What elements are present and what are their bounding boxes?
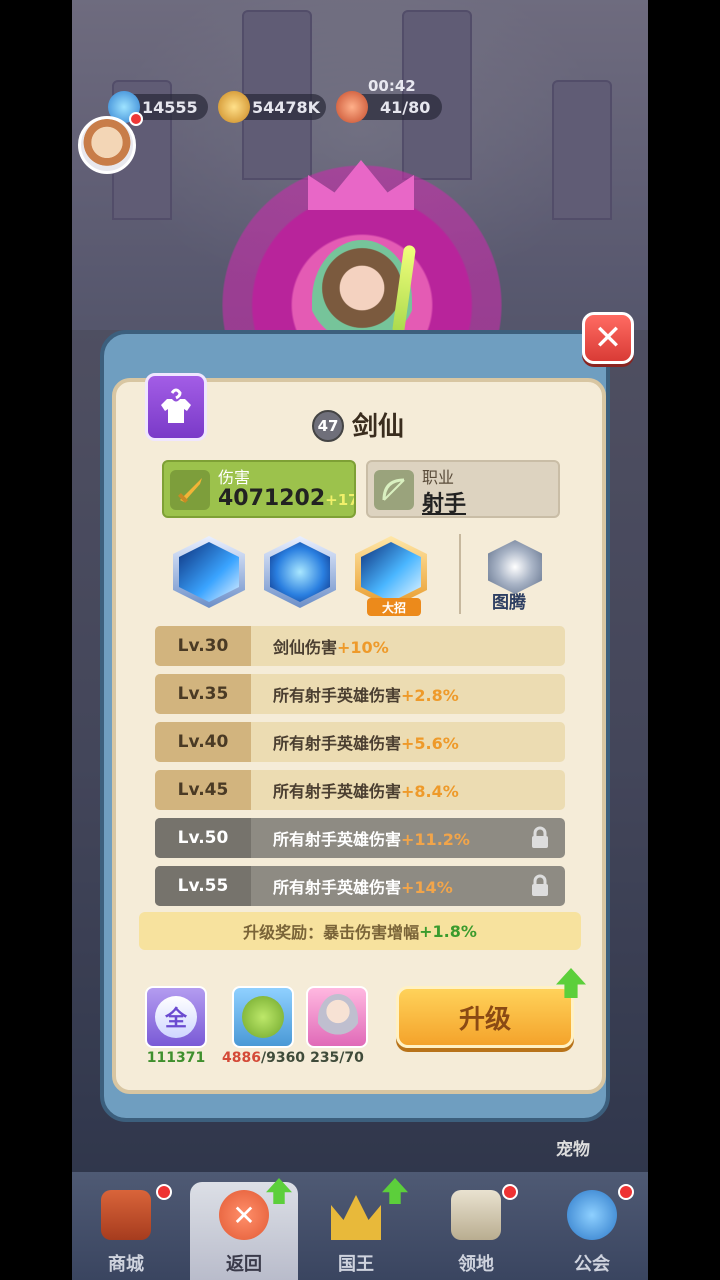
class-stat: 职业 射手 [366,460,560,518]
hero-shard-icon [318,994,358,1044]
damage-stat: 伤害 4071202+171 [162,460,356,518]
close-button[interactable]: ✕ [582,312,634,364]
level-bonus-row: Lv.35 所有射手英雄伤害+2.8% [155,674,565,714]
gold-counter: 54478K [218,91,326,123]
upgrade-button[interactable]: 升级 [396,986,574,1048]
class-value: 射手 [422,492,467,517]
crown-nav-icon [331,1195,381,1240]
hero-level-badge: 47 [312,410,344,442]
level-bonus-row: Lv.30 剑仙伤害+10% [155,626,565,666]
notification-dot [618,1184,634,1200]
shirt-icon [161,388,191,423]
burst-skill-icon [270,542,330,602]
universal-count: 111371 [146,1050,206,1066]
upgrade-reward: 升级奖励：暴击伤害增幅 +1.8% [139,912,581,950]
universal-material[interactable]: 全 [145,986,207,1048]
class-material[interactable] [232,986,294,1048]
level-bonus-row: Lv.45 所有射手英雄伤害+8.4% [155,770,565,810]
level-bonus-row-locked: Lv.55 所有射手英雄伤害+14% [155,866,565,906]
damage-value: 4071202+171 [218,486,354,511]
hero-shard-material[interactable] [306,986,368,1048]
planet-nav-icon [567,1190,617,1240]
gem-counter: 14555 [108,91,208,123]
hero-name: 剑仙 [352,412,405,442]
totem-label: 图腾 [492,593,526,613]
universal-token-icon: 全 [155,996,197,1038]
archer-token-icon [242,996,284,1038]
skin-button[interactable] [145,373,207,441]
class-material-count: 4886/9360 [222,1050,306,1066]
stamina-timer: 00:42 [368,77,416,95]
gold-value: 54478K [252,97,321,117]
castle-nav-icon [451,1190,501,1240]
close-icon: ✕ [593,318,623,358]
level-bonus-row: Lv.40 所有射手英雄伤害+5.6% [155,722,565,762]
level-bonus-row-locked: Lv.50 所有射手英雄伤害+11.2% [155,818,565,858]
game-screen: 14555 54478K 00:42 41/80 ✕ 47 剑仙 伤害 4071… [72,0,648,1280]
damage-label: 伤害 [218,468,251,487]
lock-icon [532,826,548,848]
sword-rain-skill-icon [361,542,421,602]
sword-stat-icon [170,470,210,510]
notification-dot [502,1184,518,1200]
notification-dot [156,1184,172,1200]
meat-icon [336,91,368,123]
gold-coin-icon [218,91,250,123]
notification-dot [129,112,143,126]
pet-label[interactable]: 宠物 [556,1135,590,1160]
stamina-counter: 41/80 [336,91,442,123]
skill-divider [459,534,461,614]
lock-icon [532,874,548,896]
blade-skill-icon [179,542,239,602]
player-avatar[interactable] [78,116,136,174]
hero-shard-count: 235/70 [310,1050,364,1066]
gem-value: 14555 [142,97,198,117]
damage-bonus: +171 [325,491,354,509]
back-icon: ✕ [219,1190,269,1240]
ultimate-tag: 大招 [367,598,421,616]
stamina-value: 41/80 [380,97,431,117]
class-label: 职业 [422,468,455,487]
shop-icon [101,1190,151,1240]
bow-icon [374,470,414,510]
